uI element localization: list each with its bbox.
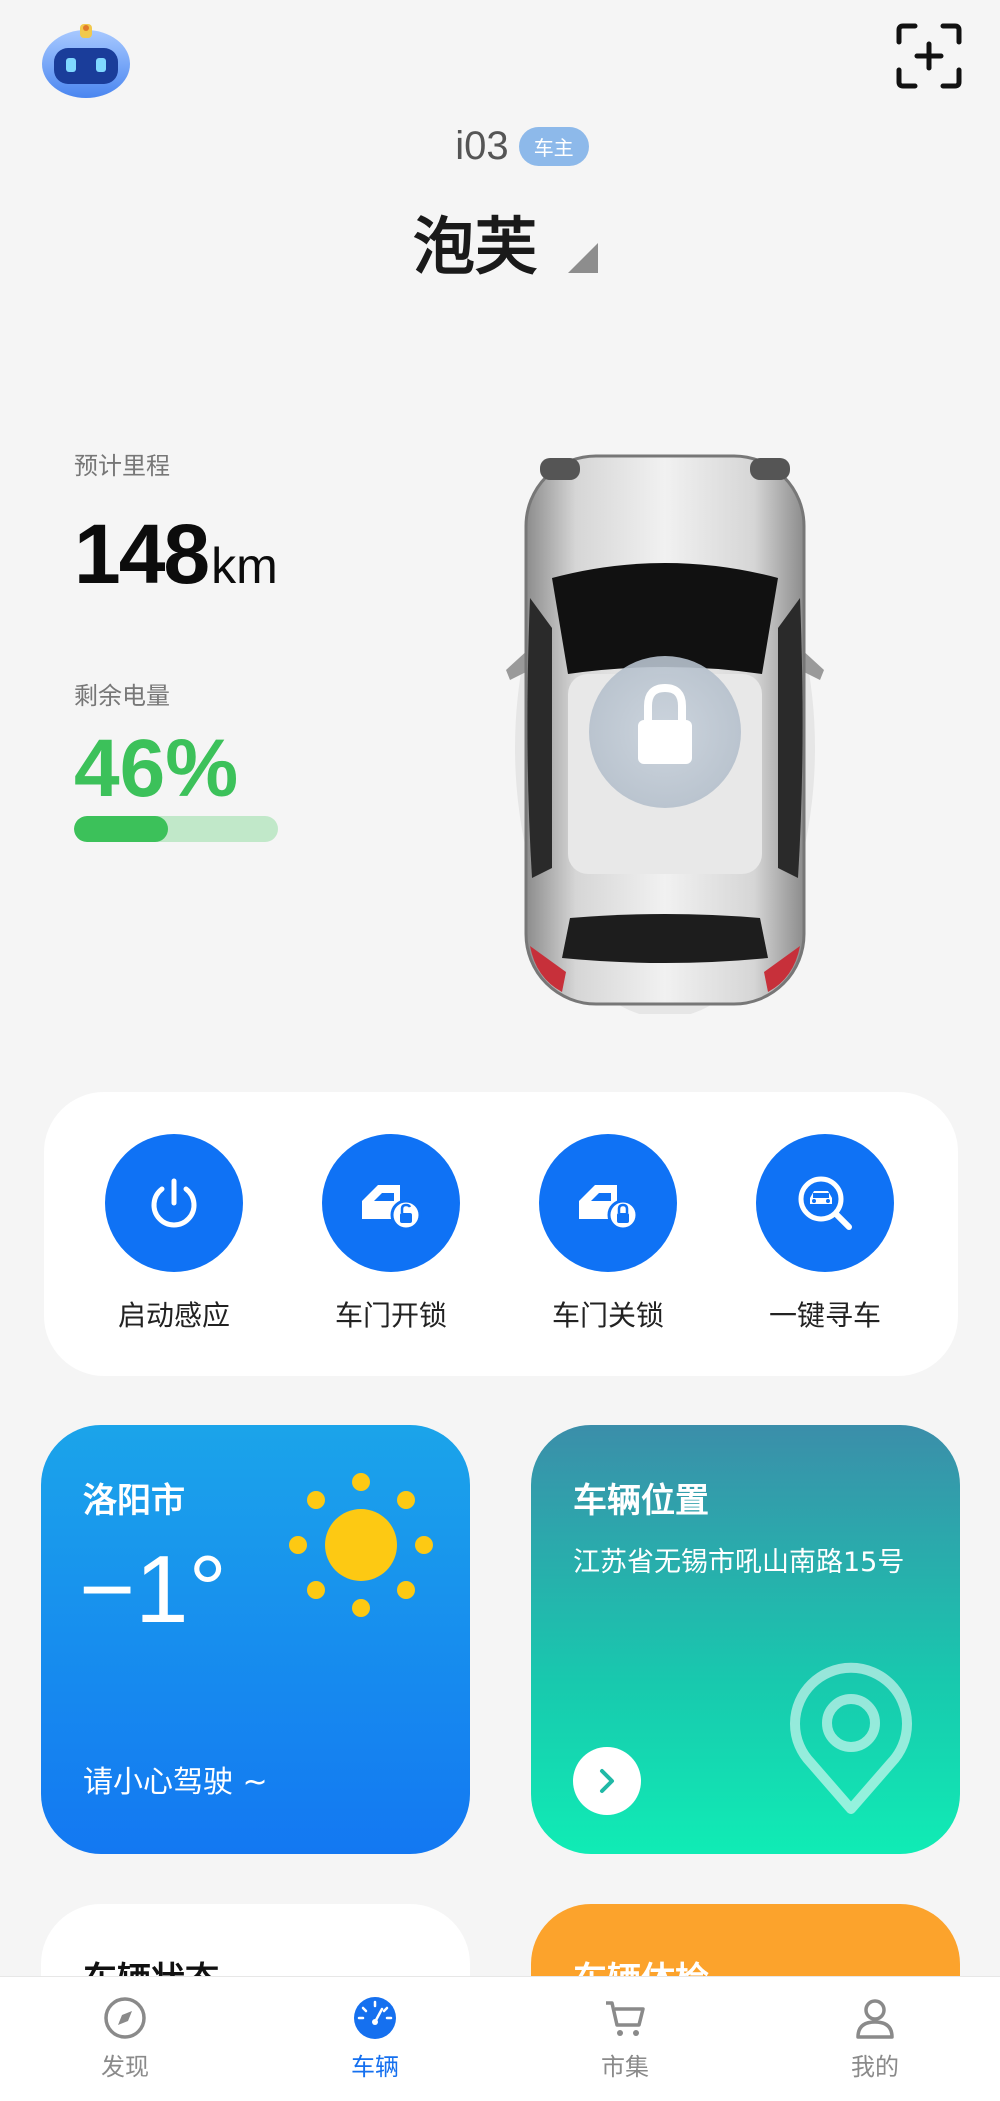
weather-temperature: −1° [79, 1536, 227, 1643]
battery-progress-fill [74, 816, 168, 842]
bottom-nav: 发现 车辆 市集 我的 [0, 1976, 1000, 2101]
sun-icon [289, 1473, 433, 1617]
door-unlock-icon [362, 1185, 422, 1231]
range-value: 148 km [74, 506, 278, 603]
action-label: 启动感应 [117, 1299, 230, 1332]
car-search-icon [798, 1176, 852, 1230]
door-lock-button[interactable]: 车门关锁 [518, 1134, 698, 1334]
range-number: 148 [74, 507, 210, 601]
weather-city: 洛阳市 [83, 1481, 185, 1521]
nav-item-market[interactable]: 市集 [500, 1977, 750, 2101]
start-sensing-button[interactable]: 启动感应 [84, 1134, 264, 1334]
location-go-button[interactable] [573, 1747, 641, 1815]
scan-add-icon[interactable] [895, 22, 963, 90]
action-icon-circle [105, 1134, 243, 1272]
battery-label: 剩余电量 [74, 682, 170, 710]
nav-item-discover[interactable]: 发现 [0, 1977, 250, 2101]
action-icon-circle [539, 1134, 677, 1272]
speedometer-icon [354, 1997, 396, 2039]
vehicle-model-row: i03 车主 [0, 124, 1000, 169]
cart-icon [606, 2001, 645, 2036]
person-icon [856, 1999, 894, 2039]
vehicle-location-card[interactable]: 车辆位置 江苏省无锡市吼山南路15号 [531, 1425, 960, 1854]
action-label: 车门关锁 [551, 1299, 664, 1332]
location-title: 车辆位置 [573, 1481, 709, 1521]
quick-actions-card: 启动感应 车门开锁 车门关锁 一键寻车 [44, 1092, 958, 1376]
compass-icon [104, 1997, 146, 2039]
owner-badge: 车主 [518, 127, 589, 166]
vehicle-switch-caret-icon[interactable] [568, 243, 598, 273]
find-car-button[interactable]: 一键寻车 [735, 1134, 915, 1334]
battery-percentage: 46% [74, 723, 239, 814]
vehicle-model: i03 [455, 124, 509, 168]
chevron-right-icon [600, 1769, 614, 1793]
door-unlock-button[interactable]: 车门开锁 [301, 1134, 481, 1334]
battery-progress-bar [74, 816, 278, 842]
nav-item-vehicle[interactable]: 车辆 [250, 1977, 500, 2101]
nav-label: 我的 [851, 2053, 899, 2081]
vehicle-nickname[interactable]: 泡芙 [0, 196, 1000, 286]
range-unit: km [211, 538, 278, 594]
weather-tip: 请小心驾驶 ~ [83, 1765, 268, 1800]
power-icon [151, 1178, 197, 1228]
action-icon-circle [322, 1134, 460, 1272]
action-icon-circle [756, 1134, 894, 1272]
car-top-view [506, 454, 824, 1014]
nav-label: 发现 [101, 2053, 149, 2081]
weather-card[interactable]: 洛阳市 −1° 请小心驾驶 ~ [41, 1425, 470, 1854]
location-address: 江苏省无锡市吼山南路15号 [573, 1547, 905, 1578]
assistant-bot-avatar[interactable] [40, 18, 132, 100]
action-label: 车门开锁 [334, 1299, 447, 1332]
action-label: 一键寻车 [768, 1299, 881, 1332]
nav-item-me[interactable]: 我的 [750, 1977, 1000, 2101]
door-lock-icon [579, 1185, 639, 1231]
range-label: 预计里程 [74, 452, 170, 480]
nav-label: 车辆 [351, 2053, 399, 2081]
map-pin-icon [790, 1662, 912, 1814]
nav-label: 市集 [601, 2053, 649, 2081]
